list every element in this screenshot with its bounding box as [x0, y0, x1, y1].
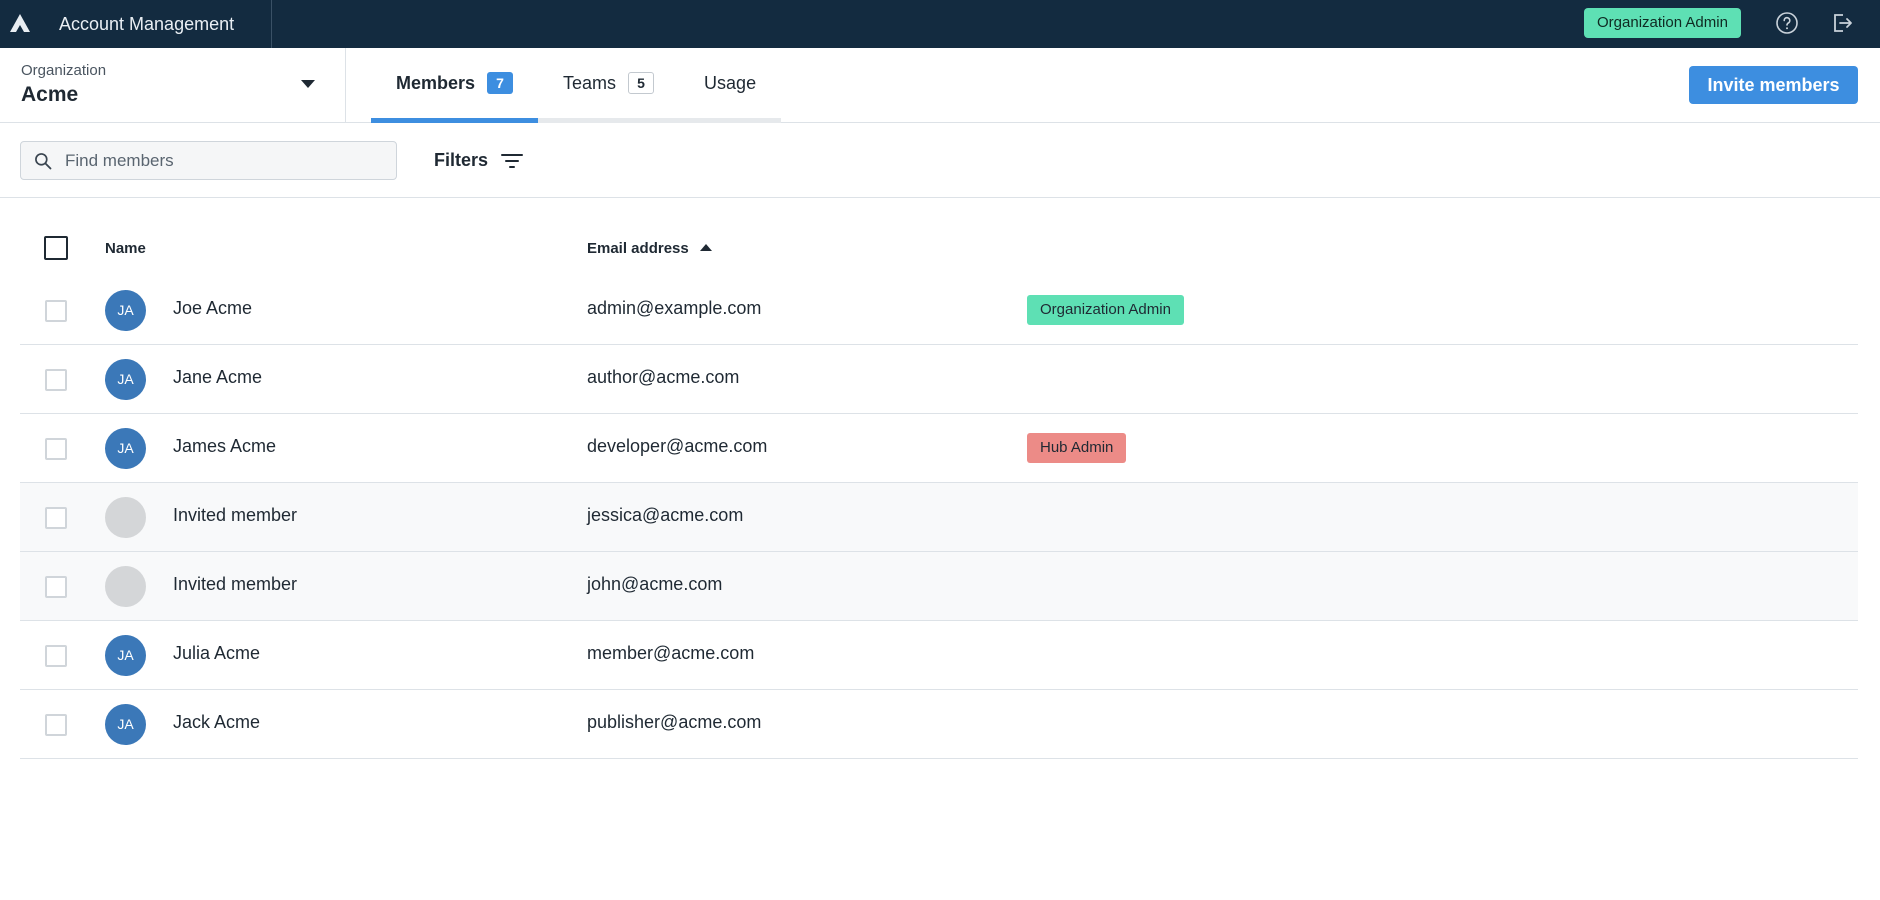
help-icon[interactable]: [1775, 11, 1799, 35]
top-bar: Account Management Organization Admin: [0, 0, 1880, 48]
avatar: JA: [105, 359, 146, 400]
member-name: Julia Acme: [173, 643, 261, 663]
avatar-placeholder: [105, 497, 146, 538]
tab-count-badge: 5: [628, 72, 655, 94]
tab-bar: Members 7 Teams 5 Usage: [371, 48, 782, 123]
chevron-down-icon[interactable]: [301, 80, 315, 88]
tab-label: Teams: [563, 72, 617, 93]
member-email: developer@acme.com: [587, 436, 768, 456]
app-title: Account Management: [59, 14, 235, 34]
select-all-checkbox[interactable]: [44, 236, 68, 260]
row-checkbox[interactable]: [45, 507, 67, 529]
avatar-placeholder: [105, 566, 146, 607]
tab-teams[interactable]: Teams 5: [538, 48, 680, 123]
member-name: Jane Acme: [173, 367, 263, 387]
avatar: JA: [105, 290, 146, 331]
logout-icon[interactable]: [1830, 11, 1854, 35]
row-checkbox[interactable]: [45, 438, 67, 460]
logo-icon[interactable]: [8, 12, 32, 36]
search-box: [20, 141, 397, 180]
filters-label: Filters: [434, 150, 489, 170]
sort-ascending-icon[interactable]: [700, 244, 712, 251]
table-row[interactable]: Invited member john@acme.com: [20, 552, 1858, 621]
toolbar: Filters: [0, 123, 1880, 198]
table-row[interactable]: JA Jane Acme author@acme.com: [20, 345, 1858, 414]
member-email: publisher@acme.com: [587, 712, 762, 732]
topbar-divider: [271, 0, 272, 48]
search-icon: [35, 153, 52, 170]
search-input[interactable]: [65, 142, 385, 179]
member-name: Invited member: [173, 574, 298, 594]
tab-label: Usage: [704, 72, 757, 93]
tab-label: Members: [396, 72, 476, 93]
avatar: JA: [105, 704, 146, 745]
table-row[interactable]: JA Joe Acme admin@example.com Organizati…: [20, 276, 1858, 345]
members-table: Name Email address JA Joe Acme admin@exa…: [20, 198, 1858, 759]
member-name: James Acme: [173, 436, 277, 456]
row-checkbox[interactable]: [45, 369, 67, 391]
role-badge: Organization Admin: [1027, 295, 1184, 325]
organization-name: Acme: [21, 83, 79, 106]
tab-usage[interactable]: Usage: [679, 48, 782, 123]
member-email: jessica@acme.com: [587, 505, 744, 525]
tab-members[interactable]: Members 7: [371, 48, 539, 123]
tab-count-badge: 7: [487, 72, 514, 94]
organization-selector[interactable]: Organization Acme: [0, 48, 346, 122]
member-name: Invited member: [173, 505, 298, 525]
table-row[interactable]: JA James Acme developer@acme.com Hub Adm…: [20, 414, 1858, 483]
avatar: JA: [105, 428, 146, 469]
filters-button[interactable]: Filters: [434, 141, 524, 180]
table-row[interactable]: Invited member jessica@acme.com: [20, 483, 1858, 552]
table-row[interactable]: JA Jack Acme publisher@acme.com: [20, 690, 1858, 759]
member-email: member@acme.com: [587, 643, 755, 663]
row-checkbox[interactable]: [45, 300, 67, 322]
filter-icon: [501, 153, 524, 168]
invite-members-button[interactable]: Invite members: [1689, 66, 1858, 104]
table-header: Name Email address: [20, 198, 1858, 276]
column-header-name[interactable]: Name: [105, 240, 146, 257]
column-header-email[interactable]: Email address: [587, 240, 689, 257]
user-role-badge: Organization Admin: [1584, 8, 1741, 38]
table-row[interactable]: JA Julia Acme member@acme.com: [20, 621, 1858, 690]
member-name: Joe Acme: [173, 298, 253, 318]
member-email: author@acme.com: [587, 367, 740, 387]
member-email: admin@example.com: [587, 298, 762, 318]
member-email: john@acme.com: [587, 574, 723, 594]
row-checkbox[interactable]: [45, 714, 67, 736]
row-checkbox[interactable]: [45, 576, 67, 598]
member-name: Jack Acme: [173, 712, 261, 732]
avatar: JA: [105, 635, 146, 676]
row-checkbox[interactable]: [45, 645, 67, 667]
role-badge: Hub Admin: [1027, 433, 1127, 463]
sub-header: Organization Acme Members 7 Teams 5 Usag…: [0, 48, 1880, 123]
organization-label: Organization: [21, 62, 107, 79]
